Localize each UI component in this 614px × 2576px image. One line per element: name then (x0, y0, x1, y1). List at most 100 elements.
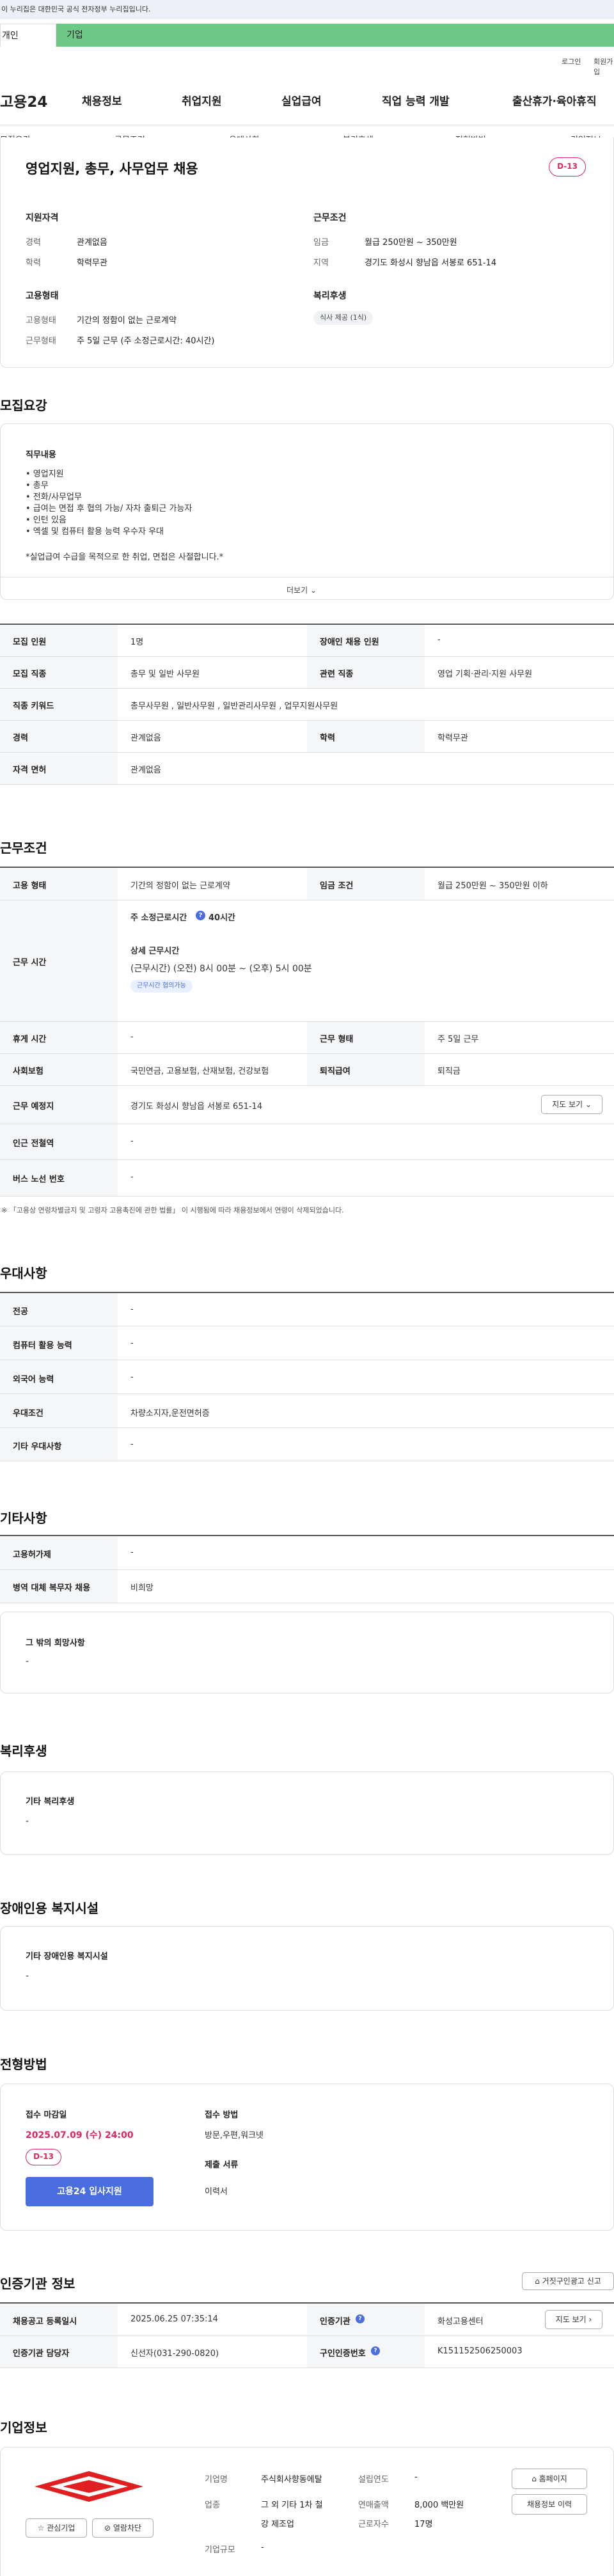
work-form-value: 주 5일 근무 (주 소정근로시간: 40시간) (77, 336, 215, 346)
homepage-button[interactable]: ⌂ 홈페이지 (512, 2469, 587, 2489)
wage-value: 월급 250만원 ~ 350만원 (365, 238, 457, 247)
employment-type-value: 기간의 정함이 없는 근로계약 (77, 316, 177, 326)
table-cell: 월급 250만원 ~ 350만원 이하 (437, 881, 548, 891)
welfare-card (0, 1771, 614, 1855)
disabled-facility-heading: 기타 장애인용 복지시설 (26, 1952, 108, 1961)
table-header: 모집 직종 (13, 670, 47, 679)
employment-type-label: 고용형태 (26, 316, 56, 326)
table-cell: 학력무관 (437, 734, 468, 743)
gov-notice-text: 이 누리집은 대한민국 공식 전자정부 누리집입니다. (1, 5, 151, 13)
table-header: 버스 노선 번호 (13, 1175, 65, 1184)
table-cell: 총무 및 일반 사무원 (130, 670, 200, 679)
row-divider (0, 1021, 614, 1022)
table-cell: - (130, 1372, 134, 1382)
company-section-title: 기업정보 (0, 2420, 47, 2435)
tab-individual[interactable]: 개인 (0, 24, 56, 47)
table-cell: - (130, 1339, 134, 1348)
education-value: 학력무관 (77, 258, 107, 268)
table-cell: - (130, 1032, 134, 1042)
nav-item-parental-leave[interactable]: 출산휴가·육아휴직 (512, 92, 597, 108)
apply-button[interactable]: 고용24 입사지원 (26, 2177, 154, 2206)
table-header: 경력 (13, 734, 28, 743)
company-name-label: 기업명 (205, 2475, 228, 2485)
apply-method-heading: 접수 방법 (205, 2110, 239, 2120)
disabled-facility-card (0, 1926, 614, 2011)
company-logo (35, 2471, 143, 2502)
other-wishes-heading: 그 밖의 희망사항 (26, 1638, 85, 1648)
duty-heading: 직무내용 (26, 450, 56, 460)
agency-map-button[interactable]: 지도 보기 › (545, 2310, 602, 2329)
hiring-history-button[interactable]: 채용정보 이력 (512, 2494, 587, 2515)
job-title: 영업지원, 총무, 사무업무 채용 (26, 161, 198, 177)
favorite-company-button[interactable]: ☆ 관심기업 (26, 2518, 87, 2538)
nav-item-unemployment-benefit[interactable]: 실업급여 (281, 92, 322, 108)
info-icon[interactable]: ? (356, 2314, 365, 2323)
other-wishes-card (0, 1612, 614, 1693)
table-header: 전공 (13, 1307, 28, 1317)
info-icon[interactable]: ? (196, 911, 205, 920)
table-header: 우대조건 (13, 1409, 43, 1418)
gov-notice-bar: 이 누리집은 대한민국 공식 전자정부 누리집입니다. (0, 0, 614, 19)
table-header: 근무 시간 (13, 958, 47, 968)
homepage-label: 홈페이지 (539, 2474, 567, 2483)
table-cell: 주 5일 근무 (437, 1035, 479, 1044)
table-cell: 신선자(031-290-0820) (130, 2349, 219, 2359)
workplace-map-button[interactable]: 지도 보기 ⌄ (541, 1095, 602, 1114)
more-label: 더보기 (287, 586, 308, 595)
block-icon: ⊘ (104, 2524, 111, 2533)
table-header: 병역 대체 복무자 채용 (13, 1583, 91, 1593)
login-link[interactable]: 로그인 (562, 56, 581, 67)
block-company-button[interactable]: ⊘ 열람차단 (92, 2518, 154, 2538)
nav-item-employment-support[interactable]: 취업지원 (182, 92, 222, 108)
table-cell: 2025.06.25 07:35:14 (130, 2314, 218, 2324)
nav-item-skills-development[interactable]: 직업 능력 개발 (382, 92, 450, 108)
table-cell: - (130, 1136, 134, 1146)
table-header: 컴퓨터 활용 능력 (13, 1341, 72, 1351)
wage-label: 임금 (313, 238, 329, 247)
agency-section-title: 인증기관 정보 (0, 2276, 75, 2291)
duty-line: • 총무 (26, 481, 49, 491)
recruit-section-title: 모집요강 (0, 398, 47, 413)
info-icon[interactable]: ? (371, 2346, 380, 2355)
block-label: 열람차단 (113, 2524, 142, 2533)
table-header: 사회보험 (13, 1067, 43, 1076)
apply-method-value: 방문,우편,워크넷 (205, 2131, 264, 2140)
table-cell: 경기도 화성시 향남읍 서봉로 651-14 (130, 1102, 263, 1111)
report-label: 거짓구인광고 신고 (542, 2277, 601, 2286)
table-header: 퇴직급여 (320, 1067, 350, 1076)
company-size-label: 기업규모 (205, 2545, 235, 2555)
career-value: 관계없음 (77, 238, 107, 247)
preferences-section-title: 우대사항 (0, 1266, 47, 1281)
table-header: 고용 형태 (13, 881, 47, 891)
age-notice: ※ 「고용상 연령차별금지 및 고령자 고용촉진에 관한 법률」 이 시행됨에 … (1, 1206, 344, 1214)
welfare-heading: 복리후생 (313, 291, 347, 301)
signup-link[interactable]: 회원가입 (594, 56, 614, 77)
more-button[interactable]: 더보기 ⌄ (287, 585, 317, 595)
report-icon: ⌂ (535, 2277, 540, 2286)
weekly-hours-value: 40시간 (209, 913, 236, 923)
table-header: 인증기관 담당자 (13, 2349, 70, 2359)
weekly-hours-label: 주 소정근로시간 (130, 913, 187, 923)
nav-item-jobs[interactable]: 채용정보 (82, 92, 122, 108)
welfare-other-value: - (26, 1816, 29, 1826)
industry-value-1: 그 외 기타 1차 철 (261, 2501, 323, 2510)
conditions-section-title: 근무조건 (0, 840, 47, 856)
false-ad-report-button[interactable]: ⌂ 거짓구인광고 신고 (522, 2272, 614, 2290)
career-label: 경력 (26, 238, 41, 247)
site-logo[interactable]: 고용24 (0, 90, 47, 111)
table-header: 자격 면허 (13, 766, 47, 775)
map-button-label: 지도 보기 (552, 1100, 583, 1109)
employees-value: 17명 (414, 2520, 433, 2529)
star-icon: ☆ (37, 2524, 45, 2533)
welfare-section-title: 복리후생 (0, 1743, 47, 1759)
duty-line: • 전화/사무업무 (26, 492, 82, 502)
founded-value: - (414, 2472, 418, 2482)
work-form-label: 근무형태 (26, 336, 56, 346)
company-size-value: - (261, 2543, 264, 2552)
favorite-label: 관심기업 (47, 2524, 75, 2533)
table-cell: - (130, 1440, 134, 1449)
table-header: 직종 키워드 (13, 702, 54, 711)
row-divider (0, 656, 614, 657)
row-divider (0, 1053, 614, 1054)
tab-business[interactable]: 기업 (56, 24, 614, 47)
